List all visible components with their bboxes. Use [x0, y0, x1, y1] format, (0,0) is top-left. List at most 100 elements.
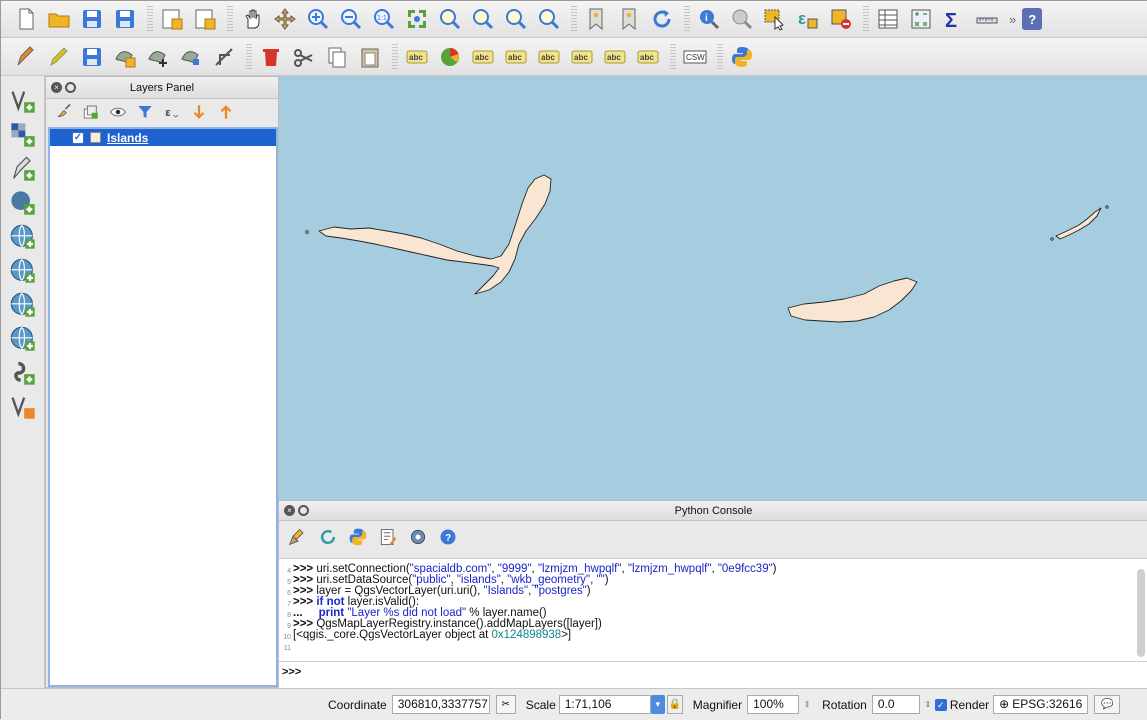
- csw-icon[interactable]: CSW: [680, 42, 709, 71]
- label-toolbar-icon[interactable]: abc: [402, 42, 431, 71]
- run-command-icon[interactable]: [315, 524, 341, 550]
- delete-selected-icon[interactable]: [256, 42, 285, 71]
- split-parts-icon[interactable]: [209, 42, 238, 71]
- layer-row-islands[interactable]: ✓ Islands: [50, 129, 276, 146]
- select-features-icon[interactable]: [760, 5, 789, 34]
- render-checkbox[interactable]: ✓: [934, 698, 947, 711]
- add-wms-layer-icon[interactable]: [6, 254, 40, 288]
- layer-tree[interactable]: ✓ Islands: [48, 127, 278, 687]
- move-label-icon[interactable]: abc: [567, 42, 596, 71]
- status-bar: Coordinate 306810,3337757 ✂ Scale 1:71,1…: [1, 688, 1147, 720]
- magnifier-spin-icon[interactable]: ⇕: [802, 695, 812, 714]
- open-project-icon[interactable]: [44, 5, 73, 34]
- lock-scale-icon[interactable]: 🔒: [666, 695, 683, 714]
- statistics-icon[interactable]: Σ: [939, 5, 968, 34]
- current-edits-icon[interactable]: [11, 42, 40, 71]
- python-icon[interactable]: [727, 42, 756, 71]
- line-number: 4: [287, 568, 291, 575]
- zoom-in-icon[interactable]: [303, 5, 332, 34]
- add-vector-layer-icon[interactable]: [6, 84, 40, 118]
- show-hide-labels-icon[interactable]: abc: [534, 42, 563, 71]
- diagram-icon[interactable]: [435, 42, 464, 71]
- zoom-to-layer-icon[interactable]: [468, 5, 497, 34]
- zoom-actual-icon[interactable]: 1:1: [369, 5, 398, 34]
- console-line: 11: [279, 641, 1147, 652]
- add-postgis-layer-icon[interactable]: [6, 186, 40, 220]
- pan-icon[interactable]: [237, 5, 266, 34]
- copy-features-icon[interactable]: [322, 42, 351, 71]
- island-west: [318, 174, 552, 295]
- run-action-icon[interactable]: [727, 5, 756, 34]
- map-canvas[interactable]: [279, 76, 1147, 500]
- add-delimited-text-icon[interactable]: [6, 152, 40, 186]
- new-project-icon[interactable]: [11, 5, 40, 34]
- new-bookmark-icon[interactable]: [581, 5, 610, 34]
- layer-labeling-icon[interactable]: abc: [468, 42, 497, 71]
- expand-all-icon[interactable]: [187, 100, 211, 124]
- layer-name: Islands: [107, 130, 149, 145]
- style-icon[interactable]: [52, 100, 76, 124]
- pan-to-selection-icon[interactable]: [270, 5, 299, 34]
- scale-combo[interactable]: 1:71,106: [558, 695, 651, 714]
- select-by-expression-icon[interactable]: ε: [793, 5, 822, 34]
- refresh-icon[interactable]: [647, 5, 676, 34]
- layer-visibility-checkbox[interactable]: ✓: [72, 131, 84, 144]
- new-print-composer-icon[interactable]: [157, 5, 186, 34]
- add-group-icon[interactable]: [79, 100, 103, 124]
- zoom-full-icon[interactable]: [402, 5, 431, 34]
- toggle-extents-icon[interactable]: ✂: [495, 695, 516, 714]
- new-shapefile-icon[interactable]: [6, 356, 40, 390]
- help-icon[interactable]: ?: [435, 524, 461, 550]
- coordinate-label: Coordinate: [328, 697, 387, 712]
- magnifier-field[interactable]: 100%: [747, 695, 800, 714]
- add-spatialite-layer-icon[interactable]: [6, 220, 40, 254]
- clear-console-icon[interactable]: [285, 524, 311, 550]
- help-button[interactable]: ?: [1022, 8, 1043, 30]
- rotate-label-icon[interactable]: abc: [600, 42, 629, 71]
- show-editor-icon[interactable]: [345, 524, 371, 550]
- save-project-icon[interactable]: [77, 5, 106, 34]
- zoom-out-icon[interactable]: [336, 5, 365, 34]
- toolbar-overflow-chevron-icon[interactable]: »: [1009, 12, 1016, 27]
- new-spatialite-icon[interactable]: [6, 390, 40, 424]
- rotation-field[interactable]: 0.0: [871, 695, 920, 714]
- console-scrollbar[interactable]: [1137, 569, 1145, 657]
- add-wfs-layer-icon[interactable]: [6, 288, 40, 322]
- zoom-last-icon[interactable]: [501, 5, 530, 34]
- add-feature-icon[interactable]: [110, 42, 139, 71]
- attribute-table-icon[interactable]: [873, 5, 902, 34]
- field-calculator-icon[interactable]: [906, 5, 935, 34]
- filter-expression-icon[interactable]: ε: [160, 100, 184, 124]
- change-label-icon[interactable]: abc: [633, 42, 662, 71]
- console-output[interactable]: 4 >>> uri.setConnection("spacialdb.com", …: [279, 558, 1147, 662]
- deselect-icon[interactable]: [826, 5, 855, 34]
- cut-features-icon[interactable]: [289, 42, 318, 71]
- move-feature-icon[interactable]: [143, 42, 172, 71]
- save-edits-icon[interactable]: [77, 42, 106, 71]
- magnifier-label: Magnifier: [692, 697, 743, 712]
- toggle-editing-icon[interactable]: [44, 42, 73, 71]
- paste-features-icon[interactable]: [355, 42, 384, 71]
- settings-icon[interactable]: [405, 524, 431, 550]
- collapse-all-icon[interactable]: [214, 100, 238, 124]
- node-tool-icon[interactable]: [176, 42, 205, 71]
- measure-icon[interactable]: [972, 5, 1001, 34]
- manage-visibility-icon[interactable]: [106, 100, 130, 124]
- save-as-icon[interactable]: [110, 5, 139, 34]
- composer-manager-icon[interactable]: [190, 5, 219, 34]
- pin-labels-icon[interactable]: abc: [501, 42, 530, 71]
- zoom-next-icon[interactable]: [534, 5, 563, 34]
- scale-dropdown-arrow-icon[interactable]: ▾: [650, 695, 665, 714]
- rotation-spin-icon[interactable]: ⇕: [923, 695, 933, 714]
- show-bookmarks-icon[interactable]: [614, 5, 643, 34]
- zoom-to-selection-icon[interactable]: [435, 5, 464, 34]
- filter-legend-icon[interactable]: [133, 100, 157, 124]
- add-oracle-layer-icon[interactable]: [6, 322, 40, 356]
- crs-button[interactable]: ⊕ EPSG:32616: [993, 695, 1089, 714]
- coordinate-field[interactable]: 306810,3337757: [391, 695, 490, 714]
- add-raster-layer-icon[interactable]: [6, 118, 40, 152]
- open-script-icon[interactable]: [375, 524, 401, 550]
- console-input[interactable]: >>>: [279, 662, 1147, 689]
- messages-icon[interactable]: 💬: [1094, 695, 1121, 714]
- identify-icon[interactable]: i: [694, 5, 723, 34]
